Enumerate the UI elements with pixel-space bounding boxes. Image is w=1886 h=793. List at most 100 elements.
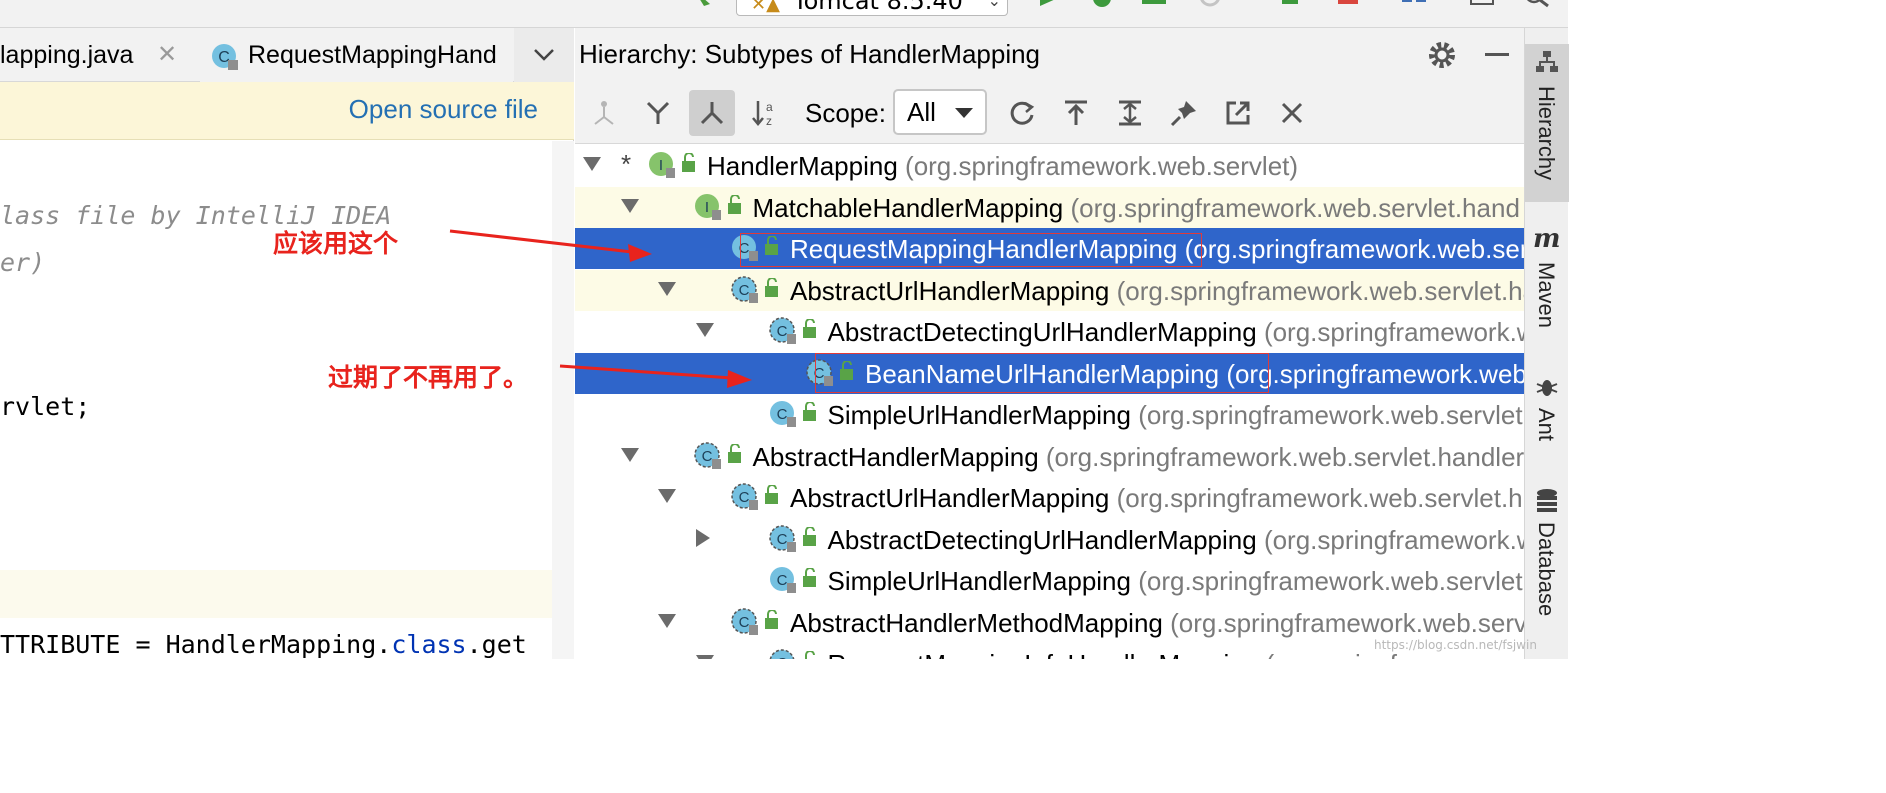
tree-row[interactable]: C AbstractUrlHandlerMapping (org.springfr… xyxy=(575,269,1524,311)
svg-text:C: C xyxy=(739,489,750,506)
scope-dropdown[interactable]: All xyxy=(893,89,987,135)
public-visibility-icon xyxy=(765,485,778,504)
stop-icon[interactable] xyxy=(1334,0,1364,14)
scroll-up-icon xyxy=(1065,100,1087,125)
tree-row[interactable]: C SimpleUrlHandlerMapping (org.springfram… xyxy=(575,394,1524,435)
class-hierarchy-button[interactable] xyxy=(635,90,681,136)
scroll-to-top-button[interactable] xyxy=(1053,90,1099,136)
expand-arrow-icon[interactable] xyxy=(695,323,714,337)
subtypes-hierarchy-button[interactable] xyxy=(689,90,735,136)
tree-row[interactable]: C AbstractDetectingUrlHandlerMapping (org… xyxy=(575,311,1524,352)
scope-value: All xyxy=(907,97,936,127)
presentation-icon[interactable] xyxy=(1468,0,1498,14)
tree-row[interactable]: * I HandlerMapping (org.springframework.we… xyxy=(575,145,1524,186)
supertypes-hierarchy-button[interactable] xyxy=(581,90,627,136)
collapsed-arrow-icon[interactable] xyxy=(695,528,710,547)
export-icon xyxy=(1226,101,1250,125)
annotation-highlight-box xyxy=(815,352,1269,393)
type-name: SimpleUrlHandlerMapping xyxy=(827,566,1131,596)
tree-row[interactable]: C BeanNameUrlHandlerMapping (org.springfr… xyxy=(575,352,1524,394)
package-name: (org.springframework.web.servlet. xyxy=(1138,566,1524,596)
tree-row[interactable]: C AbstractUrlHandlerMapping (org.springfr… xyxy=(575,477,1524,518)
expand-arrow-icon[interactable] xyxy=(695,655,714,659)
hierarchy-icon xyxy=(1536,51,1558,72)
gear-icon[interactable] xyxy=(1427,40,1457,70)
build-arrow-icon[interactable] xyxy=(690,0,720,14)
public-visibility-icon xyxy=(802,568,816,587)
maven-tool-tab[interactable]: m Maven xyxy=(1525,224,1569,344)
ant-tool-tab[interactable]: Ant xyxy=(1525,372,1569,472)
tree-row-label: AbstractDetectingUrlHandlerMapping (org.… xyxy=(828,525,1525,556)
refresh-button[interactable] xyxy=(999,90,1045,136)
hide-panel-icon[interactable] xyxy=(1485,53,1509,56)
database-tool-label: Database xyxy=(1534,522,1559,617)
tree-row-label: MatchableHandlerMapping (org.springframe… xyxy=(753,193,1520,224)
editor-tab-handlermapping[interactable]: lapping.java ✕ xyxy=(0,28,195,82)
show-hidden-tabs-button[interactable] xyxy=(514,28,574,82)
tree-row[interactable]: I MatchableHandlerMapping (org.springfram… xyxy=(575,186,1524,228)
type-name: SimpleUrlHandlerMapping xyxy=(827,400,1131,430)
run-with-coverage-icon[interactable] xyxy=(1140,0,1170,14)
public-visibility-icon xyxy=(804,651,815,659)
editor-tab-bar: lapping.java ✕ C RequestMappingHand xyxy=(0,28,574,82)
svg-text:I: I xyxy=(704,199,708,216)
pin-tab-button[interactable] xyxy=(1161,90,1207,136)
run-configuration-select[interactable]: ✕▲ Tomcat 8.5.40 ⌄ xyxy=(736,0,1008,16)
editor-scroll-gutter[interactable] xyxy=(552,141,574,659)
tree-row[interactable]: C RequestMappingHandlerMapping (org.sprin… xyxy=(575,228,1524,269)
supertypes-icon xyxy=(594,101,614,125)
main-toolbar: ✕▲ Tomcat 8.5.40 ⌄ xyxy=(0,0,1568,28)
hierarchy-tool-label: Hierarchy xyxy=(1534,86,1559,181)
tree-row[interactable]: C SimpleUrlHandlerMapping (org.springfram… xyxy=(575,560,1524,601)
expand-arrow-icon[interactable] xyxy=(620,447,639,462)
search-icon[interactable] xyxy=(1522,0,1552,14)
class-icon: C xyxy=(693,441,721,469)
editor-tab-label: lapping.java xyxy=(0,41,134,69)
debug-icon[interactable] xyxy=(1088,0,1118,14)
svg-text:a: a xyxy=(766,100,773,114)
tree-row-label: AbstractHandlerMapping (org.springframew… xyxy=(753,442,1525,473)
tree-row-label: SimpleUrlHandlerMapping (org.springframe… xyxy=(828,400,1525,431)
project-structure-icon[interactable] xyxy=(1400,0,1430,14)
svg-text:I: I xyxy=(659,157,663,174)
code-area[interactable]: lass file by IntelliJ IDEA er) rvlet; TT… xyxy=(0,141,552,659)
tree-row[interactable]: C AbstractHandlerMapping (org.springframe… xyxy=(575,436,1524,477)
svg-text:C: C xyxy=(739,614,750,631)
class-icon: C xyxy=(768,317,796,344)
export-to-text-button[interactable] xyxy=(1215,90,1261,136)
maven-tool-label: Maven xyxy=(1534,262,1559,329)
hierarchy-tree[interactable]: * I HandlerMapping (org.springframework.we… xyxy=(575,145,1524,659)
chevron-down-icon xyxy=(534,49,554,61)
tree-row[interactable]: C AbstractDetectingUrlHandlerMapping (org… xyxy=(575,519,1524,560)
sort-alphabetically-button[interactable]: az xyxy=(743,90,789,136)
profile-icon[interactable] xyxy=(1196,0,1226,14)
hierarchy-tool-tab[interactable]: Hierarchy xyxy=(1525,44,1569,202)
refresh-icon xyxy=(1010,101,1035,125)
type-name: AbstractHandlerMapping xyxy=(752,441,1039,472)
right-tool-window-bar: Hierarchy m Maven Ant Database xyxy=(1524,28,1569,659)
svg-text:C: C xyxy=(739,282,750,299)
expand-arrow-icon[interactable] xyxy=(658,281,676,296)
close-hierarchy-button[interactable] xyxy=(1269,90,1315,136)
editor-tab-requestmappinghandlermapping[interactable]: C RequestMappingHand xyxy=(200,28,513,82)
database-icon xyxy=(1537,489,1557,512)
database-tool-tab[interactable]: Database xyxy=(1525,486,1569,646)
package-name: (org.springframework.web.servlet.h xyxy=(1116,483,1523,513)
run-icon[interactable] xyxy=(1034,0,1064,14)
type-name: RequestMappingInfoHandlerMapping xyxy=(828,649,1259,659)
class-icon: C xyxy=(769,567,796,593)
expand-arrow-icon[interactable] xyxy=(583,157,601,171)
pin-icon xyxy=(1170,101,1196,127)
svg-text:C: C xyxy=(776,655,787,659)
svg-text:C: C xyxy=(776,406,787,423)
attach-debugger-icon[interactable] xyxy=(1276,0,1306,14)
close-icon[interactable]: ✕ xyxy=(157,28,177,82)
expand-arrow-icon[interactable] xyxy=(658,489,676,503)
tree-row[interactable]: C AbstractHandlerMethodMapping (org.sprin… xyxy=(575,602,1524,643)
expand-arrow-icon[interactable] xyxy=(658,613,676,628)
subtypes-icon xyxy=(700,102,724,125)
open-source-file-link[interactable]: Open source file xyxy=(349,94,538,125)
expand-all-button[interactable] xyxy=(1107,90,1153,136)
code-line: rvlet; xyxy=(0,392,91,421)
expand-arrow-icon[interactable] xyxy=(620,198,639,213)
